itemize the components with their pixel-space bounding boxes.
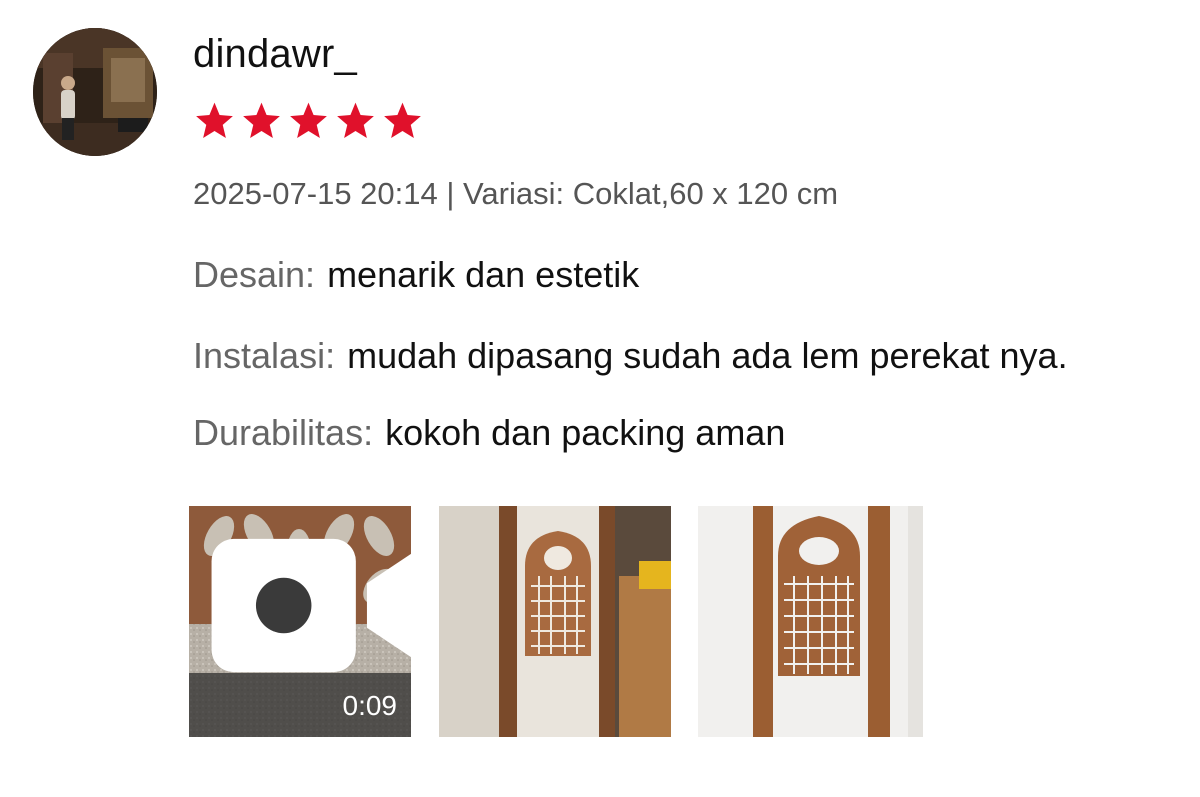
star-icon [337,102,374,138]
star-icon [384,102,421,138]
review-meta: 2025-07-15 20:14 | Variasi: Coklat,60 x … [193,176,839,211]
attribute-instalasi: Instalasi: mudah dipasang sudah ada lem p… [193,333,1068,379]
review-photo-thumbnail[interactable] [698,506,923,737]
video-duration: 0:09 [342,690,398,721]
attribute-label: Desain: [193,254,316,295]
star-icon [290,102,327,138]
username[interactable]: dindawr_ [193,30,357,78]
attribute-label: Durabilitas: [193,412,374,453]
review-photo-image [698,506,923,737]
review-card: dindawr_ 2025-07-15 20:14 | Variasi: Cok… [0,0,1200,797]
attribute-label: Instalasi: [193,335,336,376]
review-photo-thumbnail[interactable] [439,506,671,737]
star-rating [193,100,424,142]
attribute-value: menarik dan estetik [327,254,640,295]
avatar[interactable] [33,28,157,156]
avatar-image [33,28,157,156]
review-photo-image [439,506,671,737]
star-icon [196,102,233,138]
attribute-durabilitas: Durabilitas: kokoh dan packing aman [193,410,785,456]
review-video-thumbnail[interactable]: 0:09 [189,506,411,737]
star-icon [243,102,280,138]
attribute-value: kokoh dan packing aman [385,412,786,453]
attribute-value: mudah dipasang sudah ada lem perekat nya… [347,335,1068,376]
attribute-desain: Desain: menarik dan estetik [193,252,639,298]
